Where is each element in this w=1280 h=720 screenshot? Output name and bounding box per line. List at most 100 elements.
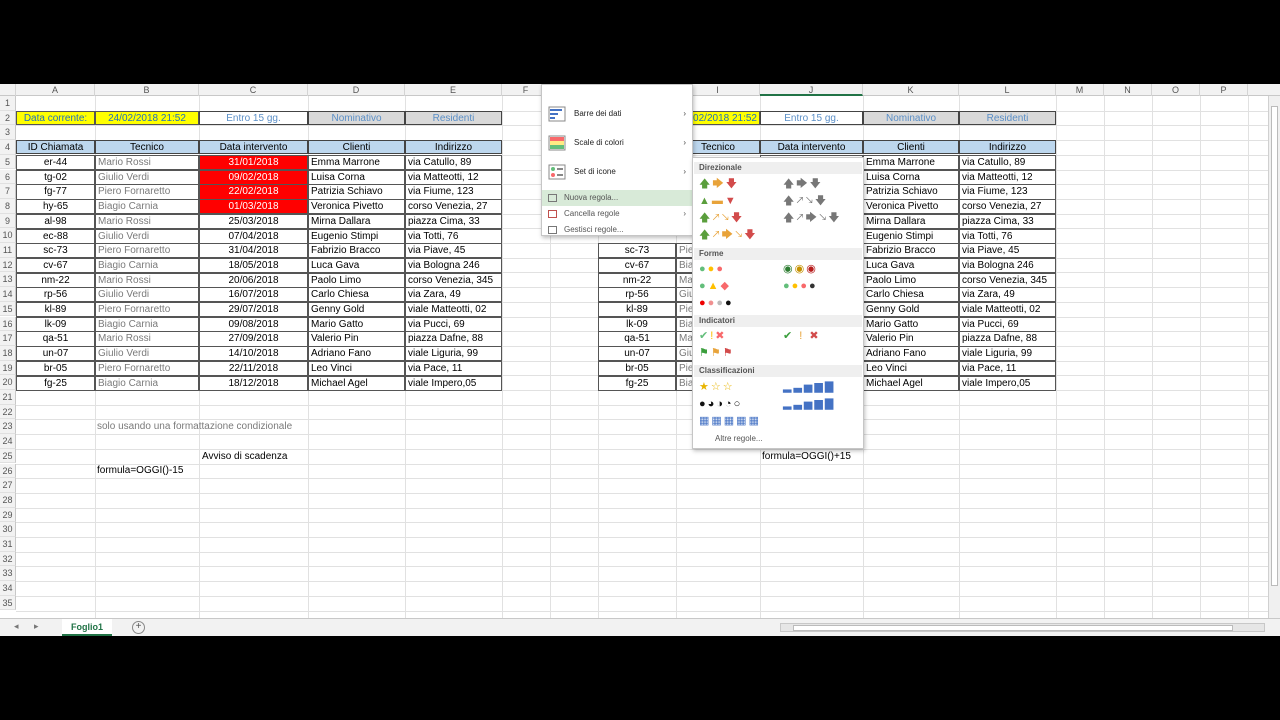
table-cell[interactable]: Giulio Verdi (95, 346, 199, 362)
table-cell[interactable]: 31/01/2018 (199, 155, 308, 171)
table-cell[interactable]: Leo Vinci (308, 360, 405, 376)
table-cell[interactable]: Eugenio Stimpi (863, 228, 959, 244)
signs-3-icon[interactable]: ●▲◆ (699, 279, 731, 293)
row-header[interactable]: 26 (0, 463, 16, 479)
table-cell[interactable]: via Piave, 45 (405, 243, 502, 259)
table-cell[interactable]: un-07 (16, 346, 95, 362)
table-cell[interactable]: via Fiume, 123 (959, 184, 1056, 200)
table-cell[interactable]: viale Matteotti, 02 (405, 302, 502, 318)
header-indirizzo[interactable]: Indirizzo (405, 140, 502, 154)
right-date-value[interactable]: 02/2018 21:52 (692, 111, 760, 125)
table-cell[interactable]: piazza Dafne, 88 (405, 331, 502, 347)
table-cell[interactable]: via Fiume, 123 (405, 184, 502, 200)
table-cell[interactable]: Veronica Pivetto (308, 199, 405, 215)
table-cell[interactable]: sc-73 (16, 243, 95, 259)
col-header-e[interactable]: E (405, 84, 502, 96)
table-cell[interactable]: 27/09/2018 (199, 331, 308, 347)
current-date-value[interactable]: 24/02/2018 21:52 (95, 111, 199, 125)
table-cell[interactable]: Valerio Pin (308, 331, 405, 347)
row-header[interactable]: 28 (0, 492, 16, 508)
table-cell[interactable]: Adriano Fano (863, 346, 959, 362)
table-cell[interactable]: Emma Marrone (308, 155, 405, 171)
table-cell[interactable]: qa-51 (16, 331, 95, 347)
table-cell[interactable]: Patrizia Schiavo (863, 184, 959, 200)
table-cell[interactable]: tg-02 (16, 169, 95, 185)
symbols-circled-icon[interactable]: ✔!✖ (699, 329, 727, 343)
table-cell[interactable]: 09/02/2018 (199, 169, 308, 185)
col-header-j[interactable]: J (760, 84, 863, 96)
table-cell[interactable]: Genny Gold (863, 302, 959, 318)
table-cell[interactable]: Piero Fornaretto (95, 243, 199, 259)
entro-15-label[interactable]: Entro 15 gg. (199, 111, 308, 125)
select-all-corner[interactable] (0, 84, 16, 96)
table-cell[interactable]: Biagio Carnia (95, 257, 199, 274)
symbols-uncircled-icon[interactable]: ✔ ! ✖ (783, 329, 821, 343)
table-cell[interactable]: via Catullo, 89 (959, 155, 1056, 171)
table-cell[interactable]: Carlo Chiesa (863, 287, 959, 303)
traffic-lights-3-icon[interactable]: ●●● (699, 262, 725, 276)
table-cell[interactable]: viale Liguria, 99 (405, 346, 502, 362)
table-cell[interactable]: ec-88 (16, 228, 95, 244)
table-cell[interactable]: nm-22 (598, 272, 676, 288)
row-header[interactable]: 2 (0, 110, 16, 126)
table-cell[interactable]: Mirna Dallara (863, 213, 959, 229)
row-header[interactable]: 35 (0, 595, 16, 611)
menu-icon-sets[interactable]: Set di icone › (542, 161, 692, 183)
table-cell[interactable]: Giulio Verdi (95, 169, 199, 185)
table-cell[interactable]: Fabrizio Bracco (863, 243, 959, 259)
row-header[interactable]: 17 (0, 331, 16, 346)
flags-3-icon[interactable]: ⚑⚑⚑ (699, 346, 735, 360)
table-cell[interactable]: via Catullo, 89 (405, 155, 502, 171)
table-cell[interactable]: qa-51 (598, 331, 676, 347)
table-cell[interactable]: 18/05/2018 (199, 257, 308, 274)
table-cell[interactable]: cv-67 (598, 257, 676, 274)
row-header[interactable]: 18 (0, 345, 16, 361)
table-cell[interactable]: Paolo Limo (863, 272, 959, 288)
col-header-m[interactable]: M (1056, 84, 1104, 96)
table-cell[interactable]: Giulio Verdi (95, 228, 199, 244)
signal-bars-4-icon[interactable]: ▂▃▅▆▇ (783, 380, 835, 394)
row-header[interactable]: 8 (0, 198, 16, 214)
row-header[interactable]: 20 (0, 375, 16, 390)
table-cell[interactable]: Valerio Pin (863, 331, 959, 347)
col-header-c[interactable]: C (199, 84, 308, 96)
arrows-3-gray-icon[interactable]: 🡅🡆🡇 (783, 177, 823, 191)
table-cell[interactable]: via Totti, 76 (959, 228, 1056, 244)
formula-left[interactable]: formula=OGGI()-15 (97, 464, 207, 478)
row-header[interactable]: 11 (0, 243, 16, 258)
table-cell[interactable]: Eugenio Stimpi (308, 228, 405, 244)
table-cell[interactable]: via Zara, 49 (959, 287, 1056, 303)
triangles-3-icon[interactable]: ▲▬▼ (699, 194, 738, 208)
menu-color-scales[interactable]: Scale di colori › (542, 132, 692, 154)
more-rules-link[interactable]: Altre regole... (715, 432, 835, 446)
table-cell[interactable]: Patrizia Schiavo (308, 184, 405, 200)
formula-right[interactable]: formula=OGGI()+15 (762, 450, 872, 464)
table-cell[interactable]: viale Impero,05 (405, 375, 502, 391)
quarters-5-icon[interactable]: ●◕◑◔○ (699, 397, 742, 411)
vertical-scroll-thumb[interactable] (1271, 106, 1278, 586)
table-cell[interactable]: via Matteotti, 12 (959, 169, 1056, 185)
arrows-5-gray-icon[interactable]: 🡅🡕🡆🡖🡇 (783, 211, 842, 225)
table-cell[interactable]: Biagio Carnia (95, 316, 199, 332)
table-cell[interactable]: lk-09 (598, 316, 676, 332)
row-header[interactable]: 14 (0, 287, 16, 302)
table-cell[interactable]: corso Venezia, 345 (959, 272, 1056, 288)
right-nominativo-label[interactable]: Nominativo (863, 111, 959, 125)
table-cell[interactable]: via Pucci, 69 (959, 316, 1056, 332)
header-data-intervento[interactable]: Data intervento (199, 140, 308, 154)
table-cell[interactable]: 22/11/2018 (199, 360, 308, 376)
arrows-5-colored-icon[interactable]: 🡅🡕🡆🡖🡇 (699, 228, 758, 242)
signal-bars-5-icon[interactable]: ▂▃▅▆▇ (783, 397, 835, 411)
table-cell[interactable]: via Piave, 45 (959, 243, 1056, 259)
table-cell[interactable]: rp-56 (598, 287, 676, 303)
table-cell[interactable]: Piero Fornaretto (95, 184, 199, 200)
arrows-4-gray-icon[interactable]: 🡅🡕🡖🡇 (783, 194, 828, 208)
table-cell[interactable]: 31/04/2018 (199, 243, 308, 259)
avviso-text[interactable]: Avviso di scadenza (202, 450, 312, 464)
row-header[interactable]: 31 (0, 537, 16, 552)
arrows-4-colored-icon[interactable]: 🡅🡕🡖🡇 (699, 211, 744, 225)
row-header[interactable]: 21 (0, 390, 16, 405)
table-cell[interactable]: fg-77 (16, 184, 95, 200)
table-cell[interactable]: via Pace, 11 (405, 360, 502, 376)
table-cell[interactable]: 22/02/2018 (199, 184, 308, 200)
